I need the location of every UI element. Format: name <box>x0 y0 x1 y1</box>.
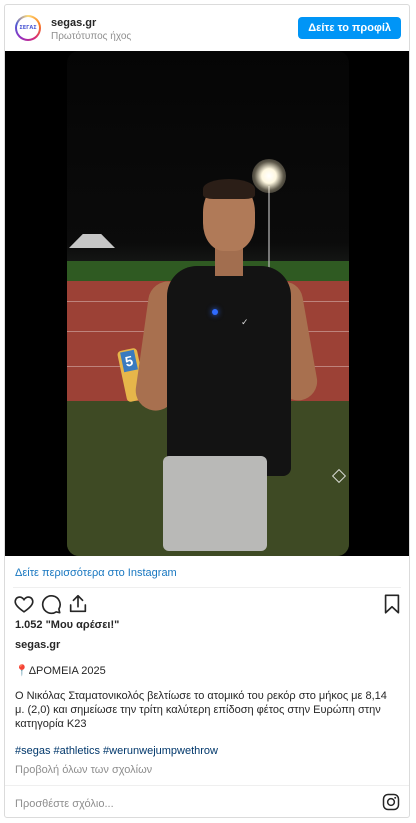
heart-icon[interactable] <box>13 593 35 615</box>
comment-icon[interactable] <box>40 593 62 615</box>
view-more-on-instagram-link[interactable]: Δείτε περισσότερα στο Instagram <box>15 567 177 579</box>
share-icon[interactable] <box>67 593 89 615</box>
light-pole <box>268 186 270 276</box>
caption-hashtags[interactable]: #segas #athletics #werunwejumpwethrow <box>15 745 218 757</box>
brand-logo: ✓ <box>241 317 249 327</box>
post-header: ΣΕΓΑΣ segas.gr Πρωτότυπος ήχος Δείτε το … <box>5 5 409 51</box>
caption-heading: 📍ΔΡΟΜΕΙΑ 2025 <box>15 665 106 677</box>
athlete-hair <box>203 179 255 199</box>
caption-username[interactable]: segas.gr <box>15 639 60 651</box>
comment-bar <box>5 785 409 820</box>
stadium-light <box>252 159 286 193</box>
athlete-shorts <box>163 456 267 551</box>
microphone <box>212 309 218 315</box>
video-frame: 5 ✓ <box>67 51 349 556</box>
bookmark-icon[interactable] <box>381 593 403 615</box>
instagram-embed-card: ΣΕΓΑΣ segas.gr Πρωτότυπος ήχος Δείτε το … <box>4 4 410 818</box>
view-profile-button[interactable]: Δείτε το προφίλ <box>298 17 401 39</box>
audio-label[interactable]: Πρωτότυπος ήχος <box>51 31 131 42</box>
view-all-comments-link[interactable]: Προβολή όλων των σχολίων <box>15 764 152 776</box>
athlete-tank-top <box>167 266 291 476</box>
like-count[interactable]: 1.052 "Μου αρέσει!" <box>15 619 119 631</box>
action-bar <box>5 593 409 617</box>
caption-text: Ο Νικόλας Σταματονικολός βελτίωσε το ατο… <box>15 690 387 730</box>
header-username[interactable]: segas.gr <box>51 17 96 29</box>
video-media[interactable]: 5 ✓ <box>5 51 409 556</box>
avatar-logo: ΣΕΓΑΣ <box>17 17 39 39</box>
divider <box>13 587 401 588</box>
instagram-icon[interactable] <box>382 793 400 811</box>
background-tent <box>69 234 115 248</box>
comment-input[interactable] <box>13 794 357 814</box>
avatar[interactable]: ΣΕΓΑΣ <box>15 15 41 41</box>
